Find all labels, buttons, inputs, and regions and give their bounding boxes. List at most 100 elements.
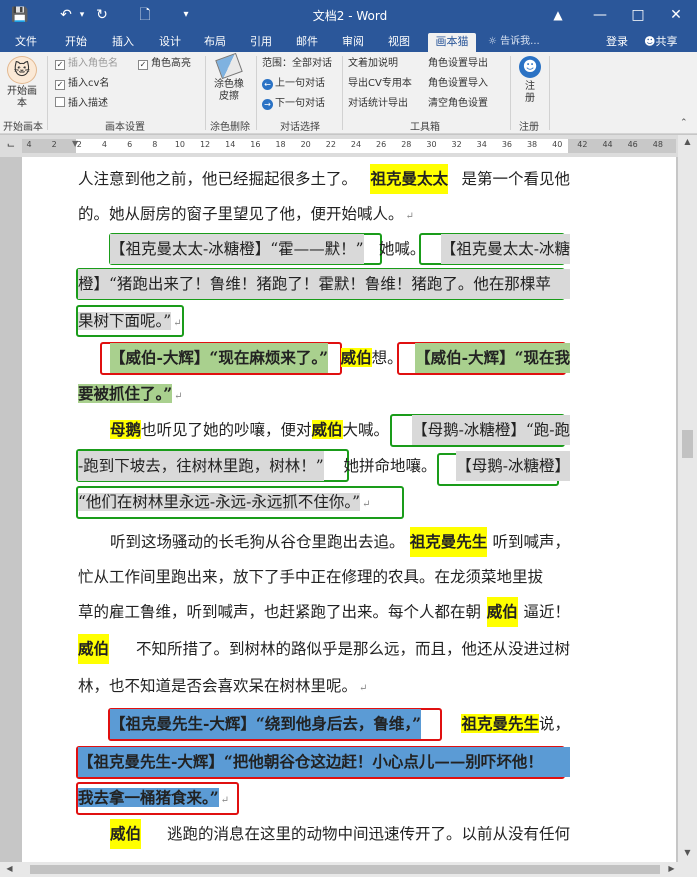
redo-icon[interactable]: ↻	[92, 5, 112, 25]
tool-role-import-button[interactable]: 角色设置导入	[428, 77, 488, 91]
tab-review[interactable]: 审阅	[333, 33, 373, 52]
tool-role-export-button[interactable]: 角色设置导出	[428, 57, 488, 71]
ruler-number: 14	[225, 140, 236, 149]
paragraph-line: 母鹅也听见了她的吵嚷，便对威伯大喊。 【母鹅-冰糖橙】“跑-跑	[110, 415, 570, 445]
register-button[interactable]: ☻ 注册	[515, 56, 545, 105]
tab-stop-selector-icon[interactable]: ⌙	[4, 139, 18, 153]
paragraph-mark: ↵	[405, 211, 414, 222]
customize-icon[interactable]: ▾	[176, 5, 196, 25]
scroll-left-icon[interactable]: ◀	[0, 862, 19, 876]
ribbon-display-icon[interactable]: ▲	[548, 5, 568, 25]
dialog-text: 【母鹅-冰糖橙】	[456, 451, 570, 481]
role-name: 威伯	[486, 597, 518, 627]
paragraph-line: 【威伯-大辉】“现在麻烦来了。” 威伯想。 【威伯-大辉】“现在我	[110, 343, 570, 373]
tab-references[interactable]: 引用	[241, 33, 281, 52]
paragraph-line: 【祖克曼太太-冰糖橙】“霍——默！” 她喊。 【祖克曼太太-冰糖	[110, 234, 570, 264]
insert-cv-checkbox[interactable]: ✓ 插入cv名	[55, 77, 109, 91]
tab-home[interactable]: 开始	[56, 33, 96, 52]
group-label-register: 注册	[519, 122, 539, 133]
ruler-number: 2	[76, 140, 82, 149]
paragraph-line: 果树下面呢。” ↵	[78, 306, 570, 336]
share-button[interactable]: ☻共享	[644, 33, 677, 51]
separator	[256, 56, 257, 130]
new-doc-icon[interactable]: 🗋	[135, 5, 155, 25]
role-name: 威伯	[340, 348, 372, 367]
prev-dialog-button[interactable]: ← 上一句对话	[262, 77, 325, 91]
start-huaben-button[interactable]: 🐱 开始画本	[4, 56, 40, 110]
horizontal-ruler[interactable]: ▼ 4 2 2 4 6 8 10 12 14 16 18 20 22 24 26 28 30 32 34 36 38 40…	[22, 139, 676, 153]
paragraph-line: “他们在树林里永远-永远-永远抓不住你。” ↵	[78, 487, 570, 517]
horizontal-scroll-thumb[interactable]	[30, 865, 660, 874]
role-name: 母鹅	[110, 420, 142, 439]
restore-icon[interactable]: □	[628, 5, 648, 25]
dialog-text: 【祖克曼太太-冰糖	[440, 234, 570, 264]
collapse-ribbon-icon[interactable]: ⌃	[680, 118, 688, 128]
ribbon: 🐱 开始画本 开始画本 ✓ 插入角色名 ✓ 插入cv名 插入描述 ✓ 角色高亮 画本设…	[0, 52, 697, 134]
title-bar: 💾 ↶ ▾ ↻ 🗋 ▾ 文档2 - Word ▲ — □ ✕	[0, 0, 697, 30]
tab-file[interactable]: 文件	[6, 33, 46, 52]
cat-icon: 🐱	[7, 56, 37, 84]
role-name: 威伯	[311, 420, 343, 439]
vertical-scrollbar[interactable]: ▲ ▼	[678, 135, 697, 862]
undo-dropdown-icon[interactable]: ▾	[72, 5, 92, 25]
dialog-text: 橙】“猪跑出来了！鲁维！猪跑了！霍默！鲁维！猪跑了。他在那棵苹	[78, 269, 570, 299]
paragraph-line: 草的雇工鲁维，听到喊声，也赶紧跑了出来。每个人都在朝 威伯 逼近！	[78, 597, 570, 627]
separator	[342, 56, 343, 130]
lightbulb-icon: ☼	[488, 36, 501, 47]
role-highlight-checkbox[interactable]: ✓ 角色高亮	[138, 57, 191, 71]
group-label-start: 开始画本	[3, 122, 43, 133]
tab-insert[interactable]: 插入	[103, 33, 143, 52]
ruler-number: 34	[476, 140, 487, 149]
ruler-number: 8	[152, 140, 158, 149]
tab-design[interactable]: 设计	[150, 33, 190, 52]
paragraph-line: 要被抓住了。” ↵	[78, 379, 570, 409]
tool-add-note-button[interactable]: 文着加说明	[348, 57, 398, 71]
ruler-number: 26	[376, 140, 387, 149]
dialog-text: -跑到下坡去，往树林里跑，树林！”	[78, 451, 324, 481]
vertical-scroll-thumb[interactable]	[682, 430, 693, 458]
ruler-number: 38	[526, 140, 538, 149]
paragraph-line: -跑到下坡去，往树林里跑，树林！” 她拼命地嚷。 【母鹅-冰糖橙】	[78, 451, 570, 481]
dialog-text: 【母鹅-冰糖橙】“跑-跑	[412, 415, 570, 445]
tab-huabenmao[interactable]: 画本猫	[428, 33, 476, 52]
dialog-text: 【威伯-大辉】“现在麻烦来了。”	[110, 343, 329, 373]
ruler-number: 4	[26, 140, 32, 149]
scroll-up-icon[interactable]: ▲	[678, 135, 697, 149]
next-dialog-button[interactable]: → 下一句对话	[262, 97, 325, 111]
ruler-number: 6	[127, 140, 133, 149]
save-icon[interactable]: 💾	[10, 5, 30, 25]
tab-layout[interactable]: 布局	[195, 33, 235, 52]
person-add-icon: ☻	[519, 56, 541, 78]
scroll-down-icon[interactable]: ▼	[678, 846, 697, 860]
paragraph-line: 忙从工作间里跑出来，放下了手中正在修理的农具。在龙须菜地里拔	[78, 568, 544, 586]
arrow-left-icon: ←	[262, 79, 273, 90]
paragraph-line: 【祖克曼先生-大辉】“把他朝谷仓这边赶！小心点儿——别吓坏他！	[78, 747, 570, 777]
scroll-right-icon[interactable]: ▶	[662, 862, 681, 876]
ruler-number: 22	[325, 140, 336, 149]
dialog-text: 【祖克曼太太-冰糖橙】“霍——默！”	[110, 234, 364, 264]
role-name: 威伯	[78, 634, 110, 664]
insert-desc-checkbox[interactable]: 插入描述	[55, 97, 108, 111]
scope-dropdown[interactable]: 范围：全部对话	[262, 57, 332, 71]
eraser-button[interactable]: 涂色橡皮擦	[209, 52, 249, 103]
role-name: 祖克曼先生	[409, 527, 488, 557]
separator	[47, 56, 48, 130]
dialog-text: 【祖克曼先生-大辉】“把他朝谷仓这边赶！小心点儿——别吓坏他！	[78, 747, 570, 777]
tool-export-cv-button[interactable]: 导出CV专用本	[348, 77, 412, 91]
insert-role-checkbox[interactable]: ✓ 插入角色名	[55, 57, 118, 71]
minimize-icon[interactable]: —	[590, 5, 610, 25]
tell-me-search[interactable]: ☼ 告诉我...	[488, 33, 540, 51]
paragraph-line: 【祖克曼先生-大辉】“绕到他身后去，鲁维，” 祖克曼先生说，	[110, 709, 570, 739]
close-icon[interactable]: ✕	[666, 5, 686, 25]
ruler-number: 20	[300, 140, 311, 149]
group-label-dialog: 对话选择	[280, 122, 320, 133]
tab-mailings[interactable]: 邮件	[287, 33, 327, 52]
document-page[interactable]: 人注意到他之前，他已经掘起很多土了。 祖克曼太太 是第一个看见他 的。她从厨房的窗子…	[22, 157, 676, 862]
ribbon-tabs: 文件 开始 插入 设计 布局 引用 邮件 审阅 视图 画本猫 ☼ 告诉我... …	[0, 30, 697, 52]
tool-clear-roles-button[interactable]: 清空角色设置	[428, 97, 488, 111]
tab-view[interactable]: 视图	[379, 33, 419, 52]
login-button[interactable]: 登录	[606, 33, 628, 51]
tool-dialog-stats-button[interactable]: 对话统计导出	[348, 97, 408, 111]
horizontal-scrollbar[interactable]: ◀ ▶	[0, 862, 697, 877]
role-name: 祖克曼太太	[370, 164, 448, 194]
